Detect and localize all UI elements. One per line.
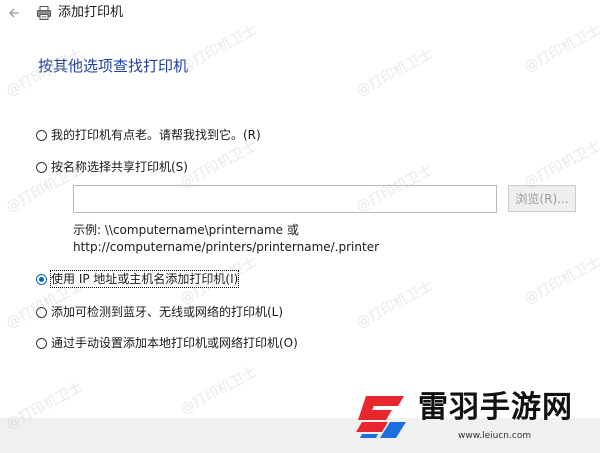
radio-button[interactable]: [36, 129, 47, 141]
option-label: 按名称选择共享打印机(S): [51, 160, 188, 174]
brand-url: www.leiucn.com: [458, 431, 532, 441]
shared-printer-name-input[interactable]: [73, 185, 497, 213]
option-label: 通过手动设置添加本地打印机或网络打印机(O): [51, 336, 298, 350]
title-bar: 添加打印机: [0, 0, 600, 28]
radio-button[interactable]: [36, 337, 47, 349]
watermark: @打印机卫士: [177, 364, 260, 418]
browse-button[interactable]: 浏览(R)...: [508, 185, 576, 212]
option-bluetooth-wireless-network[interactable]: 添加可检测到蓝牙、无线或网络的打印机(L): [36, 302, 283, 322]
watermark: @打印机卫士: [353, 278, 436, 332]
radio-button[interactable]: [36, 161, 47, 173]
option-label: 我的打印机有点老。请帮我找到它。(R): [51, 128, 261, 142]
option-label: 使用 IP 地址或主机名添加打印机(I): [49, 270, 240, 288]
printer-icon: [36, 5, 52, 21]
back-arrow-icon: [9, 8, 19, 18]
option-label: 添加可检测到蓝牙、无线或网络的打印机(L): [51, 305, 284, 319]
option-ip-or-hostname[interactable]: 使用 IP 地址或主机名添加打印机(I): [36, 269, 240, 289]
example-text-line1: 示例: \\computername\printername 或: [73, 223, 299, 237]
watermark: @打印机卫士: [521, 22, 600, 76]
back-button[interactable]: [4, 2, 26, 24]
window-title: 添加打印机: [58, 5, 124, 20]
option-printer-old[interactable]: 我的打印机有点老。请帮我找到它。(R): [36, 125, 261, 145]
page-heading: 按其他选项查找打印机: [38, 57, 189, 75]
option-shared-printer-by-name[interactable]: 按名称选择共享打印机(S): [36, 157, 188, 177]
brand-logo-icon: [352, 392, 410, 442]
watermark: @打印机卫士: [353, 46, 436, 100]
brand-name: 雷羽手游网: [418, 390, 573, 425]
radio-button[interactable]: [36, 306, 47, 318]
watermark: @打印机卫士: [177, 22, 260, 76]
watermark: @打印机卫士: [521, 138, 600, 192]
example-text-line2: http://computername/printers/printername…: [73, 240, 380, 254]
watermark: @打印机卫士: [521, 254, 600, 308]
radio-button-selected[interactable]: [36, 273, 47, 285]
option-manual-local-or-network[interactable]: 通过手动设置添加本地打印机或网络打印机(O): [36, 333, 298, 353]
